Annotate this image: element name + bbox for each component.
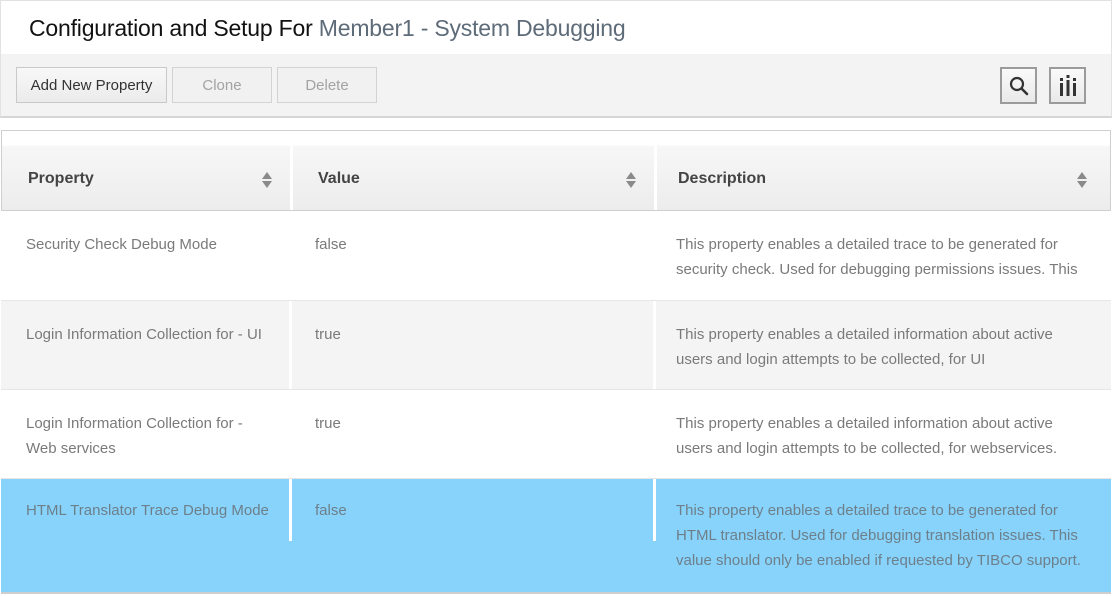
property-line: Login Information Collection for - — [26, 415, 243, 432]
columns-button[interactable] — [1049, 67, 1086, 104]
delete-button[interactable]: Delete — [277, 67, 377, 103]
page-title: Configuration and Setup For Member1 - Sy… — [29, 15, 626, 42]
description-cell: This property enables a detailed trace t… — [676, 479, 1106, 592]
page-title-member: Member1 - System Debugging — [318, 15, 626, 41]
title-bar: Configuration and Setup For Member1 - Sy… — [0, 0, 1112, 54]
value-cell: true — [315, 326, 341, 343]
column-header-description-label: Description — [678, 169, 767, 187]
description-cell: This property enables a detailed informa… — [676, 301, 1106, 389]
column-divider — [289, 479, 292, 541]
description-line: This property enables a detailed trace t… — [676, 236, 1058, 253]
description-line: HTML translator. Used for debugging tran… — [676, 527, 1078, 544]
value-cell: true — [315, 415, 341, 432]
clone-button[interactable]: Clone — [172, 67, 272, 103]
grid-header: Property Value Description — [1, 130, 1111, 211]
table-row[interactable]: Login Information Collection for - UI tr… — [1, 301, 1111, 390]
sort-icon[interactable] — [1076, 171, 1088, 189]
column-divider — [653, 390, 656, 478]
table-row-selected[interactable]: HTML Translator Trace Debug Mode false T… — [1, 479, 1111, 594]
column-divider — [289, 390, 292, 478]
column-header-property[interactable]: Property — [28, 131, 278, 210]
columns-icon — [1059, 74, 1076, 96]
description-line: This property enables a detailed informa… — [676, 326, 1053, 343]
column-divider — [289, 301, 292, 389]
description-line: This property enables a detailed trace t… — [676, 502, 1058, 519]
column-divider — [653, 211, 656, 300]
property-cell: Security Check Debug Mode — [26, 236, 217, 253]
sort-icon[interactable] — [625, 171, 637, 189]
table-row[interactable]: Login Information Collection for - Web s… — [1, 390, 1111, 479]
column-divider[interactable] — [654, 131, 657, 210]
description-line: users and login attempts to be collected… — [676, 351, 986, 368]
value-cell: false — [315, 502, 347, 519]
search-button[interactable] — [1000, 67, 1037, 104]
column-divider — [289, 211, 292, 300]
properties-grid: Property Value Description Security Chec… — [1, 130, 1111, 596]
property-line: Web services — [26, 440, 116, 457]
spacer — [0, 118, 1112, 130]
column-divider — [653, 301, 656, 389]
table-row[interactable]: Security Check Debug Mode false This pro… — [1, 211, 1111, 301]
column-divider[interactable] — [290, 131, 293, 210]
property-cell: HTML Translator Trace Debug Mode — [26, 502, 269, 519]
column-header-value-label: Value — [318, 169, 360, 187]
column-header-description[interactable]: Description — [678, 131, 1058, 210]
page-title-prefix: Configuration and Setup For — [29, 15, 313, 41]
description-line: value should only be enabled if requeste… — [676, 552, 1081, 569]
property-cell: Login Information Collection for - Web s… — [26, 390, 281, 478]
description-line: users and login attempts to be collected… — [676, 440, 1058, 457]
column-header-value[interactable]: Value — [318, 131, 618, 210]
description-cell: This property enables a detailed trace t… — [676, 211, 1106, 300]
toolbar: Add New Property Clone Delete — [0, 54, 1112, 118]
column-divider — [653, 479, 656, 541]
value-cell: false — [315, 236, 347, 253]
sort-icon[interactable] — [261, 171, 273, 189]
search-icon — [1009, 76, 1028, 95]
description-cell: This property enables a detailed informa… — [676, 390, 1106, 478]
description-line: This property enables a detailed informa… — [676, 415, 1053, 432]
description-line: security check. Used for debugging permi… — [676, 261, 1078, 278]
property-cell: Login Information Collection for - UI — [26, 326, 262, 343]
column-header-property-label: Property — [28, 169, 94, 187]
add-new-property-button[interactable]: Add New Property — [16, 67, 167, 103]
